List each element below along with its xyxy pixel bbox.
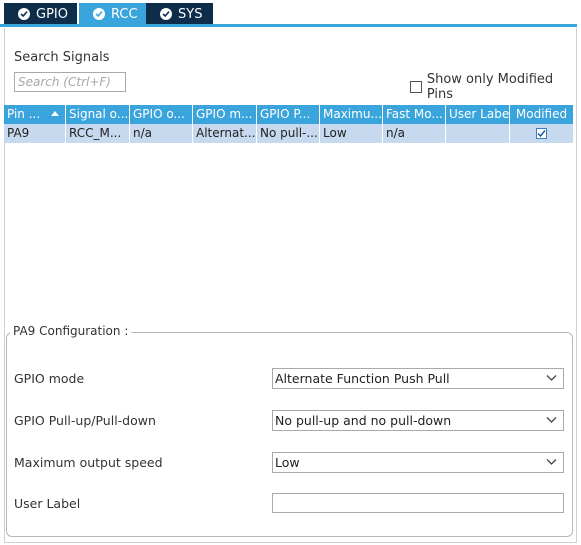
chevron-down-icon <box>546 375 557 381</box>
user-label-input[interactable] <box>272 493 564 513</box>
user-label-label: User Label <box>14 496 81 511</box>
pin-configuration-title: PA9 Configuration : <box>10 324 132 338</box>
tab-gpio[interactable]: GPIO <box>4 3 77 25</box>
cell-modified <box>510 124 574 143</box>
checkmark-icon <box>537 130 546 138</box>
tab-rcc[interactable]: RCC <box>79 3 146 25</box>
cell-fast-mode: n/a <box>383 124 446 143</box>
tab-rcc-label: RCC <box>111 6 138 22</box>
gpio-mode-value: Alternate Function Push Pull <box>275 371 450 386</box>
show-modified-checkbox[interactable] <box>410 81 422 93</box>
column-header-pin[interactable]: Pin ... <box>4 105 66 124</box>
tab-gpio-label: GPIO <box>36 6 68 22</box>
column-header-user-label[interactable]: User Label <box>446 105 510 124</box>
column-header-signal[interactable]: Signal o... <box>66 105 130 124</box>
column-header-gpio-pull[interactable]: GPIO P... <box>257 105 320 124</box>
gpio-pull-select[interactable]: No pull-up and no pull-down <box>272 410 564 431</box>
tab-sys[interactable]: SYS <box>146 3 213 25</box>
signals-table: Pin ... Signal o... GPIO o... GPIO m... … <box>4 105 575 143</box>
sort-ascending-icon <box>51 111 59 116</box>
column-header-label: Pin ... <box>7 107 41 121</box>
tab-sys-label: SYS <box>178 6 203 22</box>
search-input[interactable] <box>14 72 126 92</box>
column-header-max-speed[interactable]: Maximu... <box>320 105 383 124</box>
modified-checkbox[interactable] <box>536 128 547 139</box>
show-modified-toggle[interactable]: Show only Modified Pins <box>410 72 581 102</box>
tab-bar: GPIO RCC SYS <box>0 0 581 28</box>
gpio-mode-label: GPIO mode <box>14 371 85 386</box>
column-header-modified[interactable]: Modified <box>510 105 574 124</box>
column-header-fast-mode[interactable]: Fast Mo... <box>383 105 446 124</box>
gpio-pull-value: No pull-up and no pull-down <box>275 413 452 428</box>
gpio-mode-select[interactable]: Alternate Function Push Pull <box>272 368 564 389</box>
show-modified-label: Show only Modified Pins <box>426 72 554 102</box>
tab-underline <box>0 24 577 27</box>
search-signals-label: Search Signals <box>14 50 110 65</box>
chevron-down-icon <box>546 417 557 423</box>
column-header-gpio-mode[interactable]: GPIO m... <box>193 105 257 124</box>
table-header: Pin ... Signal o... GPIO o... GPIO m... … <box>4 105 575 124</box>
check-circle-icon <box>93 8 105 20</box>
table-row[interactable]: PA9 RCC_M... n/a Alternat... No pull-...… <box>4 124 575 143</box>
cell-max-speed: Low <box>320 124 383 143</box>
cell-pin: PA9 <box>4 124 66 143</box>
check-circle-icon <box>160 8 172 20</box>
cell-user-label <box>446 124 510 143</box>
max-speed-label: Maximum output speed <box>14 455 163 470</box>
column-header-gpio-output[interactable]: GPIO o... <box>130 105 193 124</box>
max-speed-select[interactable]: Low <box>272 452 564 473</box>
cell-gpio-pull: No pull-... <box>257 124 320 143</box>
check-circle-icon <box>18 8 30 20</box>
gpio-pull-label: GPIO Pull-up/Pull-down <box>14 413 156 428</box>
cell-signal: RCC_M... <box>66 124 130 143</box>
max-speed-value: Low <box>275 455 300 470</box>
cell-gpio-mode: Alternat... <box>193 124 257 143</box>
cell-gpio-output: n/a <box>130 124 193 143</box>
chevron-down-icon <box>546 459 557 465</box>
